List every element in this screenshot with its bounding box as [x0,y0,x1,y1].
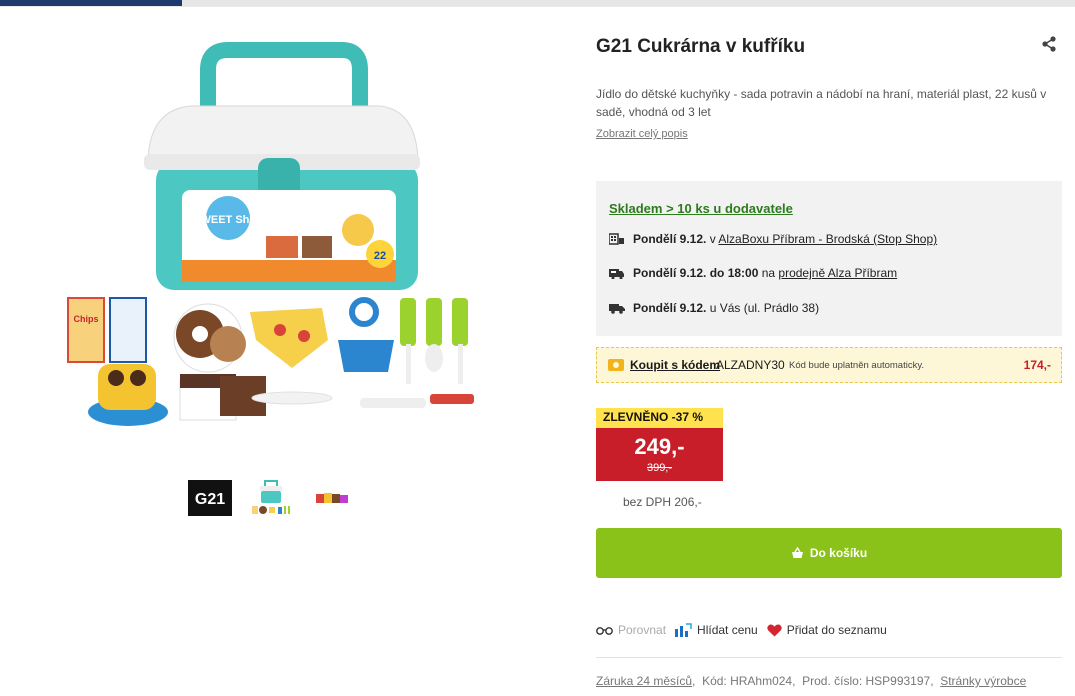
buy-with-code-link[interactable]: Koupit s kódem [630,358,720,372]
coupon-price: 174,- [1023,358,1051,372]
manufacturer-number: Prod. číslo: HSP993197 [802,674,931,688]
product-title: G21 Cukrárna v kufříku [596,36,806,57]
delivery-address: u Vás (ul. Prádlo 38) [706,301,820,315]
price-watch-icon [675,623,692,637]
delivery-row-store: Pondělí 9.12. do 18:00 na prodejně Alza … [609,266,897,280]
coupon-code: ALZADNY30 [716,358,785,372]
wishlist-label: Přidat do seznamu [786,623,887,637]
product-actions: Porovnat Hlídat cenu Přidat do seznamu [596,623,896,637]
compare-button[interactable]: Porovnat [596,623,666,637]
delivery-row-home: Pondělí 9.12. u Vás (ul. Prádlo 38) [609,301,819,315]
delivery-date: Pondělí 9.12. do 18:00 [633,266,759,280]
coupon-note: Kód bude uplatněn automaticky. [789,360,925,371]
watch-price-button[interactable]: Hlídat cenu [675,623,758,637]
store-location-link[interactable]: prodejně Alza Příbram [778,266,897,280]
manufacturer-site-link[interactable]: Stránky výrobce [940,674,1026,688]
thumbnail-strip: G21 [188,478,354,518]
stock-status-link[interactable]: Skladem > 10 ks u dodavatele [609,201,793,216]
product-meta: Záruka 24 měsíců, Kód: HRAhm024, Prod. č… [596,674,1027,688]
basket-icon [791,547,803,558]
box-count-badge: 22 [374,250,386,262]
delivery-date: Pondělí 9.12. [633,301,707,315]
price-without-vat: bez DPH 206,- [623,495,702,509]
delivery-row-alzabox: Pondělí 9.12. v AlzaBoxu Příbram - Brods… [609,232,937,246]
product-code: Kód: HRAhm024 [702,674,793,688]
availability-panel: Skladem > 10 ks u dodavatele Pondělí 9.1… [596,181,1062,336]
thumbnail-product-set[interactable] [249,478,293,518]
original-price: 399,- [646,462,673,474]
discount-badge: ZLEVNĚNO -37 % [596,408,723,428]
chips-pack-label: Chips [73,314,98,324]
alzabox-icon [609,233,624,245]
add-to-wishlist-button[interactable]: Přidat do seznamu [766,623,887,637]
heart-icon [766,624,782,636]
delivery-date: Pondělí 9.12. [633,232,707,246]
current-price: 249,- [634,434,685,459]
add-to-cart-button[interactable]: Do košíku [596,528,1062,578]
coupon-icon [608,359,624,371]
alzabox-location-link[interactable]: AlzaBoxu Příbram - Brodská (Stop Shop) [718,232,937,246]
scales-icon [596,627,613,635]
truck-icon [609,304,625,314]
delivery-prefix: v [706,232,719,246]
watch-price-label: Hlídat cenu [697,623,758,637]
store-icon [609,269,624,279]
warranty-link[interactable]: Záruka 24 měsíců [596,674,692,688]
compare-label: Porovnat [618,623,667,637]
thumbnail-brand-logo[interactable]: G21 [188,478,232,518]
thumbnail-product-items[interactable] [310,478,354,518]
delivery-prefix: na [758,266,779,280]
box-label-text: SWEET Shop [193,214,263,226]
thumbnail-logo-text: G21 [195,491,225,508]
price-box: 249,- 399,- [596,428,723,481]
footer-divider [596,657,1062,658]
product-main-image[interactable]: SWEET Shop 22 Chips [60,40,490,440]
top-divider [0,6,1075,7]
product-short-description: Jídlo do dětské kuchyňky - sada potravin… [596,87,1047,119]
coupon-banner: Koupit s kódem ALZADNY30 Kód bude uplatn… [596,347,1062,383]
show-full-description-link[interactable]: Zobrazit celý popis [596,128,688,140]
add-to-cart-label: Do košíku [809,546,868,560]
share-icon[interactable] [1040,35,1058,53]
